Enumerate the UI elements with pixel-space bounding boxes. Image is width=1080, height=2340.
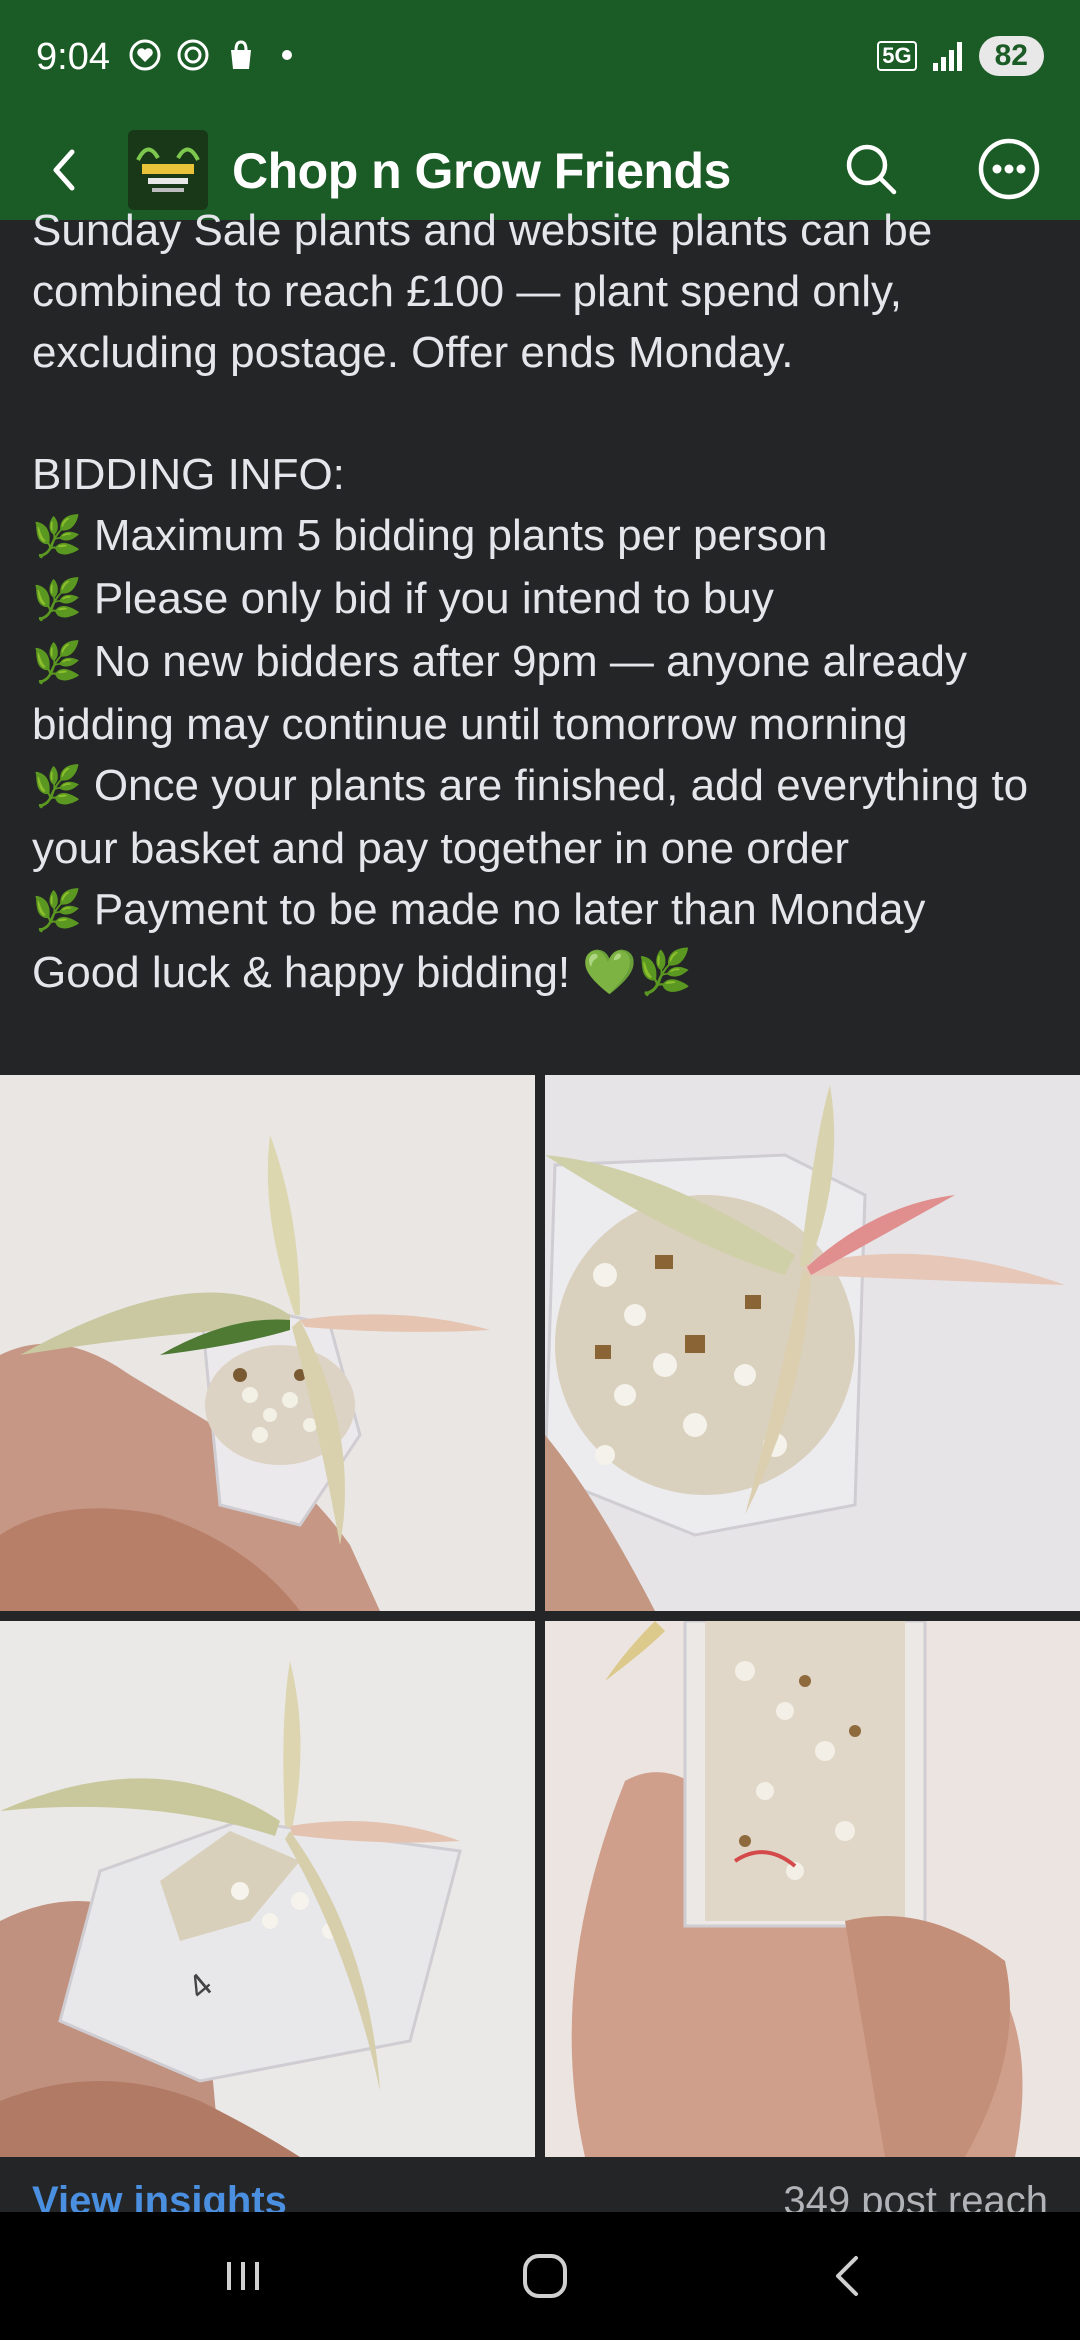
bidding-rule-5: 🌿 Payment to be made no later than Monday	[32, 885, 926, 934]
status-bar: 9:04 5G 82	[0, 0, 1080, 120]
plant-photo-3[interactable]: 4	[0, 1621, 535, 2157]
status-time: 9:04	[36, 36, 110, 78]
threads-icon	[177, 39, 209, 71]
group-title[interactable]: Chop n Grow Friends	[232, 142, 731, 200]
view-insights-link[interactable]: View insights	[32, 2179, 287, 2212]
post-closing: Good luck & happy bidding! 💚🌿	[32, 948, 692, 997]
group-avatar[interactable]	[128, 130, 208, 210]
bidding-rule-4: 🌿 Once your plants are finished, add ever…	[32, 761, 1029, 873]
shopify-icon	[231, 40, 251, 69]
more-options-icon[interactable]	[976, 136, 1042, 202]
post-paragraph-offer: Sunday Sale plants and website plants ca…	[32, 206, 933, 377]
leaf-emoji-icon: 🌿	[32, 765, 82, 809]
back-arrow-icon[interactable]	[36, 140, 96, 200]
bidding-rule-1: 🌿 Maximum 5 bidding plants per person	[32, 511, 828, 560]
post-reach-count: 349 post reach	[783, 2179, 1048, 2212]
leaf-emoji-icon: 🌿	[32, 578, 82, 622]
plant-photo-2[interactable]	[545, 1075, 1080, 1611]
photo-grid: 4	[0, 1075, 1080, 2157]
network-5g-icon: 5G	[877, 41, 917, 71]
post-insights-row: View insights 349 post reach	[0, 2157, 1080, 2212]
system-back-icon[interactable]	[818, 2246, 878, 2306]
group-logo	[128, 130, 208, 210]
post-body: Sunday Sale plants and website plants ca…	[32, 200, 1062, 1003]
search-icon[interactable]	[838, 136, 904, 202]
plant-photo-4[interactable]	[545, 1621, 1080, 2157]
home-icon[interactable]	[515, 2246, 575, 2306]
bidding-heading: BIDDING INFO:	[32, 450, 345, 499]
system-nav-bar	[0, 2212, 1080, 2340]
leaf-emoji-icon: 🌿	[32, 889, 82, 933]
recent-apps-icon[interactable]	[213, 2246, 273, 2306]
leaf-emoji-icon: 🌿	[32, 515, 82, 559]
status-right: 5G 82	[877, 36, 1044, 76]
messenger-heart-icon	[129, 39, 161, 71]
notification-dot	[282, 50, 292, 60]
bidding-rule-2: 🌿 Please only bid if you intend to buy	[32, 574, 774, 623]
status-notification-icons	[128, 38, 292, 72]
plant-photo-1[interactable]	[0, 1075, 535, 1611]
signal-icon	[932, 42, 962, 71]
bidding-rule-3: 🌿 No new bidders after 9pm — anyone alrea…	[32, 637, 967, 749]
leaf-emoji-icon: 🌿	[32, 641, 82, 685]
battery-indicator: 82	[978, 36, 1044, 76]
